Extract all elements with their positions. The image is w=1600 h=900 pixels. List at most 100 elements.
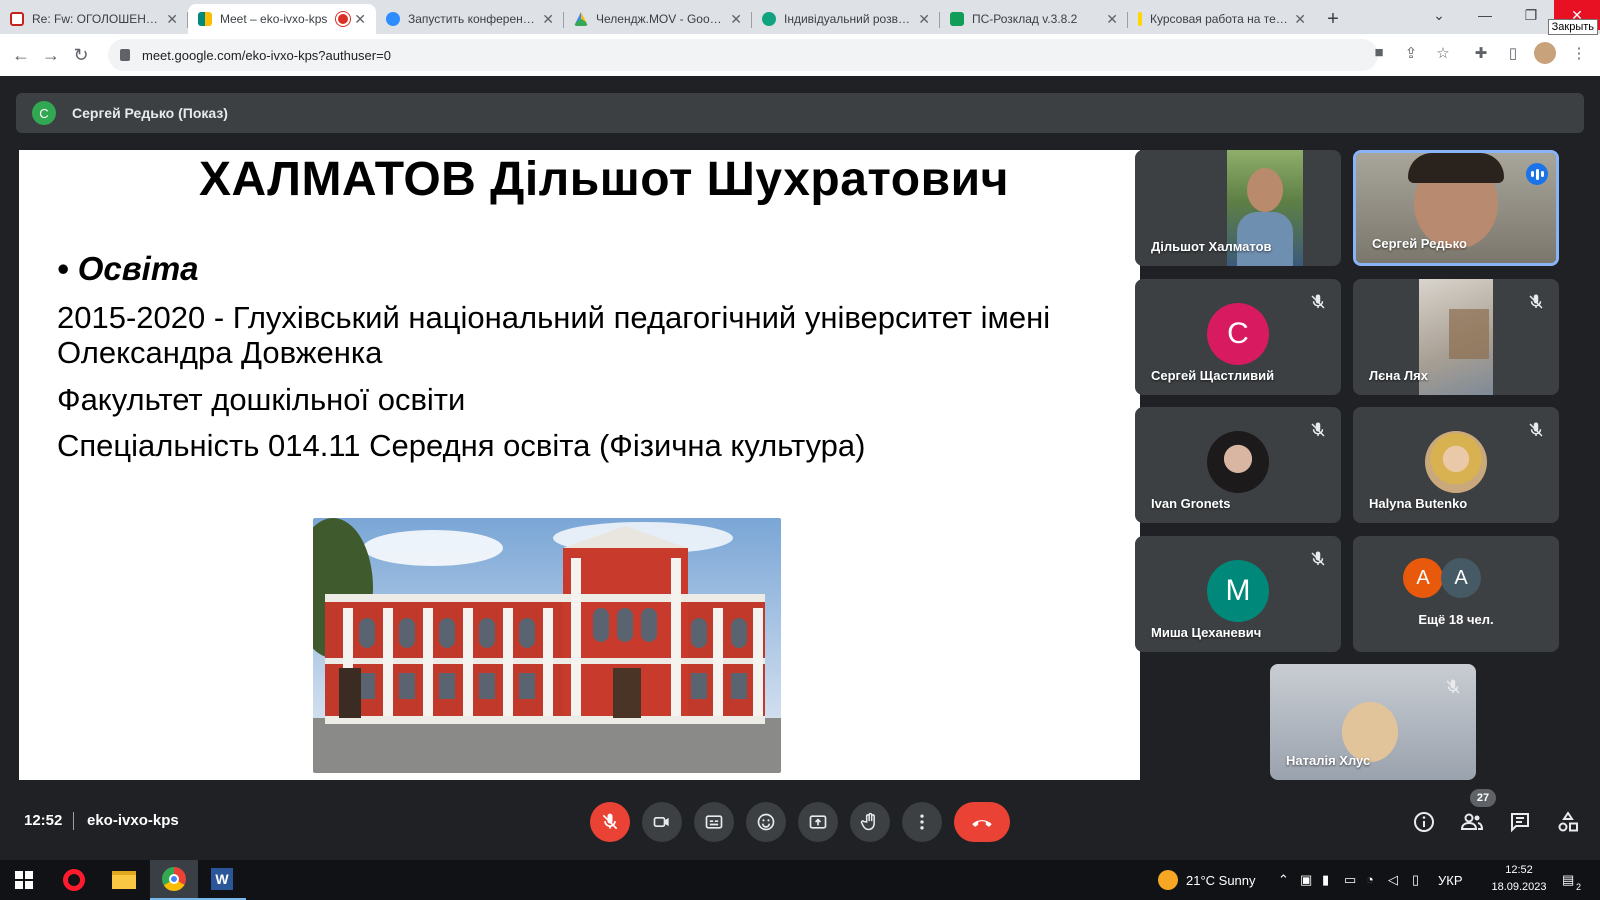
clock-date[interactable]: 18.09.2023: [1486, 881, 1552, 893]
raise-hand-button[interactable]: [850, 802, 890, 842]
tab-title: Re: Fw: ОГОЛОШЕННЯ: [32, 12, 161, 26]
tab-search-icon[interactable]: ⌄: [1416, 0, 1462, 30]
participant-tile[interactable]: Дільшот Халматов: [1135, 150, 1341, 266]
browser-tab[interactable]: Курсовая работа на тему ✕: [1128, 4, 1316, 34]
browser-tab[interactable]: Запустить конференцию ✕: [376, 4, 564, 34]
participant-name: Дільшот Халматов: [1151, 239, 1272, 254]
participant-photo: [1425, 431, 1487, 493]
reload-icon[interactable]: ↻: [66, 45, 96, 66]
more-options-button[interactable]: [902, 802, 942, 842]
profile-avatar[interactable]: [1534, 42, 1556, 64]
more-participants-tile[interactable]: A A Ещё 18 чел.: [1353, 536, 1559, 652]
participant-avatar: С: [1207, 303, 1269, 365]
weather-icon[interactable]: [1158, 870, 1178, 890]
participant-tile[interactable]: Лєна Лях: [1353, 279, 1559, 395]
close-tab-icon[interactable]: ✕: [1294, 11, 1306, 28]
weather-text[interactable]: 21°C Sunny: [1186, 873, 1256, 888]
camera-toggle-button[interactable]: [642, 802, 682, 842]
participant-name: Наталія Хлус: [1286, 753, 1371, 768]
document-icon: [1138, 12, 1142, 26]
navigation-bar: ← → ↻ meet.google.com/eko-ivxo-kps?authu…: [0, 34, 1600, 76]
share-icon[interactable]: ⇪: [1400, 44, 1422, 62]
browser-tab[interactable]: Індивідуальний розвиток ✕: [752, 4, 940, 34]
clock-time[interactable]: 12:52: [1488, 864, 1550, 876]
browser-tab[interactable]: Re: Fw: ОГОЛОШЕННЯ ✕: [0, 4, 188, 34]
bookmark-star-icon[interactable]: ☆: [1432, 44, 1454, 62]
more-participants-label: Ещё 18 чел.: [1418, 612, 1494, 627]
word-icon[interactable]: W: [198, 860, 246, 900]
close-tab-icon[interactable]: ✕: [1106, 11, 1118, 28]
show-hidden-icons-icon[interactable]: ⌃: [1278, 872, 1289, 888]
more-avatar: A: [1441, 558, 1481, 598]
tab-title: Курсовая работа на тему: [1150, 12, 1289, 26]
meeting-details-button[interactable]: [1410, 808, 1438, 836]
extensions-icon[interactable]: ✚: [1470, 44, 1492, 62]
side-panel-icon[interactable]: ▯: [1502, 44, 1524, 62]
camera-in-use-icon[interactable]: ■: [1368, 44, 1390, 61]
participant-tile[interactable]: С Сергей Щастливий: [1135, 279, 1341, 395]
slide-bullet: • Освіта: [57, 250, 199, 287]
close-tab-icon[interactable]: ✕: [542, 11, 554, 28]
emoji-icon: [757, 813, 775, 831]
divider: [73, 812, 74, 830]
browser-tab[interactable]: ПС-Розклад v.3.8.2 ✕: [940, 4, 1128, 34]
browser-menu-icon[interactable]: ⋮: [1568, 44, 1590, 62]
opera-icon[interactable]: [50, 860, 98, 900]
tray-icon[interactable]: ▣: [1300, 872, 1312, 888]
reactions-button[interactable]: [746, 802, 786, 842]
chat-button[interactable]: [1506, 808, 1534, 836]
url-text: meet.google.com/eko-ivxo-kps?authuser=0: [142, 47, 391, 63]
close-tab-icon[interactable]: ✕: [730, 11, 742, 28]
participant-name: Сергей Щастливий: [1151, 368, 1275, 383]
more-vert-icon: [920, 814, 924, 830]
tray-icon[interactable]: ▯: [1412, 872, 1419, 888]
leave-call-button[interactable]: [954, 802, 1010, 842]
participant-tile[interactable]: Halyna Butenko: [1353, 407, 1559, 523]
participant-tile[interactable]: Ivan Gronets: [1135, 407, 1341, 523]
people-button[interactable]: [1458, 808, 1486, 836]
meet-icon: [198, 12, 212, 26]
language-indicator[interactable]: УКР: [1438, 873, 1463, 888]
file-explorer-icon[interactable]: [100, 860, 148, 900]
address-bar[interactable]: meet.google.com/eko-ivxo-kps?authuser=0: [108, 39, 1378, 71]
captions-button[interactable]: [694, 802, 734, 842]
close-tooltip: Закрыть: [1547, 19, 1598, 35]
more-avatar: A: [1403, 558, 1443, 598]
lock-icon: [120, 49, 130, 61]
present-icon: [809, 815, 827, 829]
new-tab-button[interactable]: +: [1316, 4, 1350, 34]
microphone-tray-icon[interactable]: ▮: [1322, 872, 1329, 888]
hand-icon: [860, 812, 875, 831]
notifications-icon[interactable]: ▤: [1562, 872, 1574, 888]
participant-tile-active-speaker[interactable]: Сергей Редько: [1353, 150, 1559, 266]
close-tab-icon[interactable]: ✕: [918, 11, 930, 28]
forward-icon[interactable]: →: [36, 45, 66, 66]
browser-tab-active[interactable]: Meet – eko-ivxo-kps ✕: [188, 4, 376, 34]
browser-tab[interactable]: Челендж.MOV - Google ✕: [564, 4, 752, 34]
close-tab-icon[interactable]: ✕: [166, 11, 178, 28]
speaking-indicator-icon: [1526, 163, 1548, 185]
participant-name: Лєна Лях: [1369, 368, 1428, 383]
minimize-button[interactable]: —: [1462, 0, 1508, 30]
activities-button[interactable]: [1554, 808, 1582, 836]
chat-icon: [1511, 813, 1529, 833]
participant-name: Миша Цеханевич: [1151, 625, 1262, 640]
battery-icon[interactable]: ▭: [1344, 872, 1356, 888]
close-tab-icon[interactable]: ✕: [354, 11, 366, 28]
participant-name: Сергей Редько: [1372, 236, 1467, 251]
tab-title: Meet – eko-ivxo-kps: [220, 12, 328, 26]
windows-start-icon[interactable]: [0, 860, 48, 900]
wifi-icon[interactable]: ◔: [1366, 872, 1374, 887]
participant-photo: [1207, 431, 1269, 493]
present-screen-button[interactable]: [798, 802, 838, 842]
captions-icon: [705, 815, 723, 829]
mic-off-icon: [1311, 422, 1325, 437]
volume-icon[interactable]: ◁: [1388, 872, 1398, 888]
participant-tile[interactable]: М Миша Цеханевич: [1135, 536, 1341, 652]
chrome-icon[interactable]: [150, 860, 198, 900]
participant-tile[interactable]: Наталія Хлус: [1270, 664, 1476, 780]
mic-toggle-button[interactable]: [590, 802, 630, 842]
back-icon[interactable]: ←: [6, 45, 36, 66]
participant-video: [1419, 279, 1493, 395]
participant-name: Halyna Butenko: [1369, 496, 1468, 511]
